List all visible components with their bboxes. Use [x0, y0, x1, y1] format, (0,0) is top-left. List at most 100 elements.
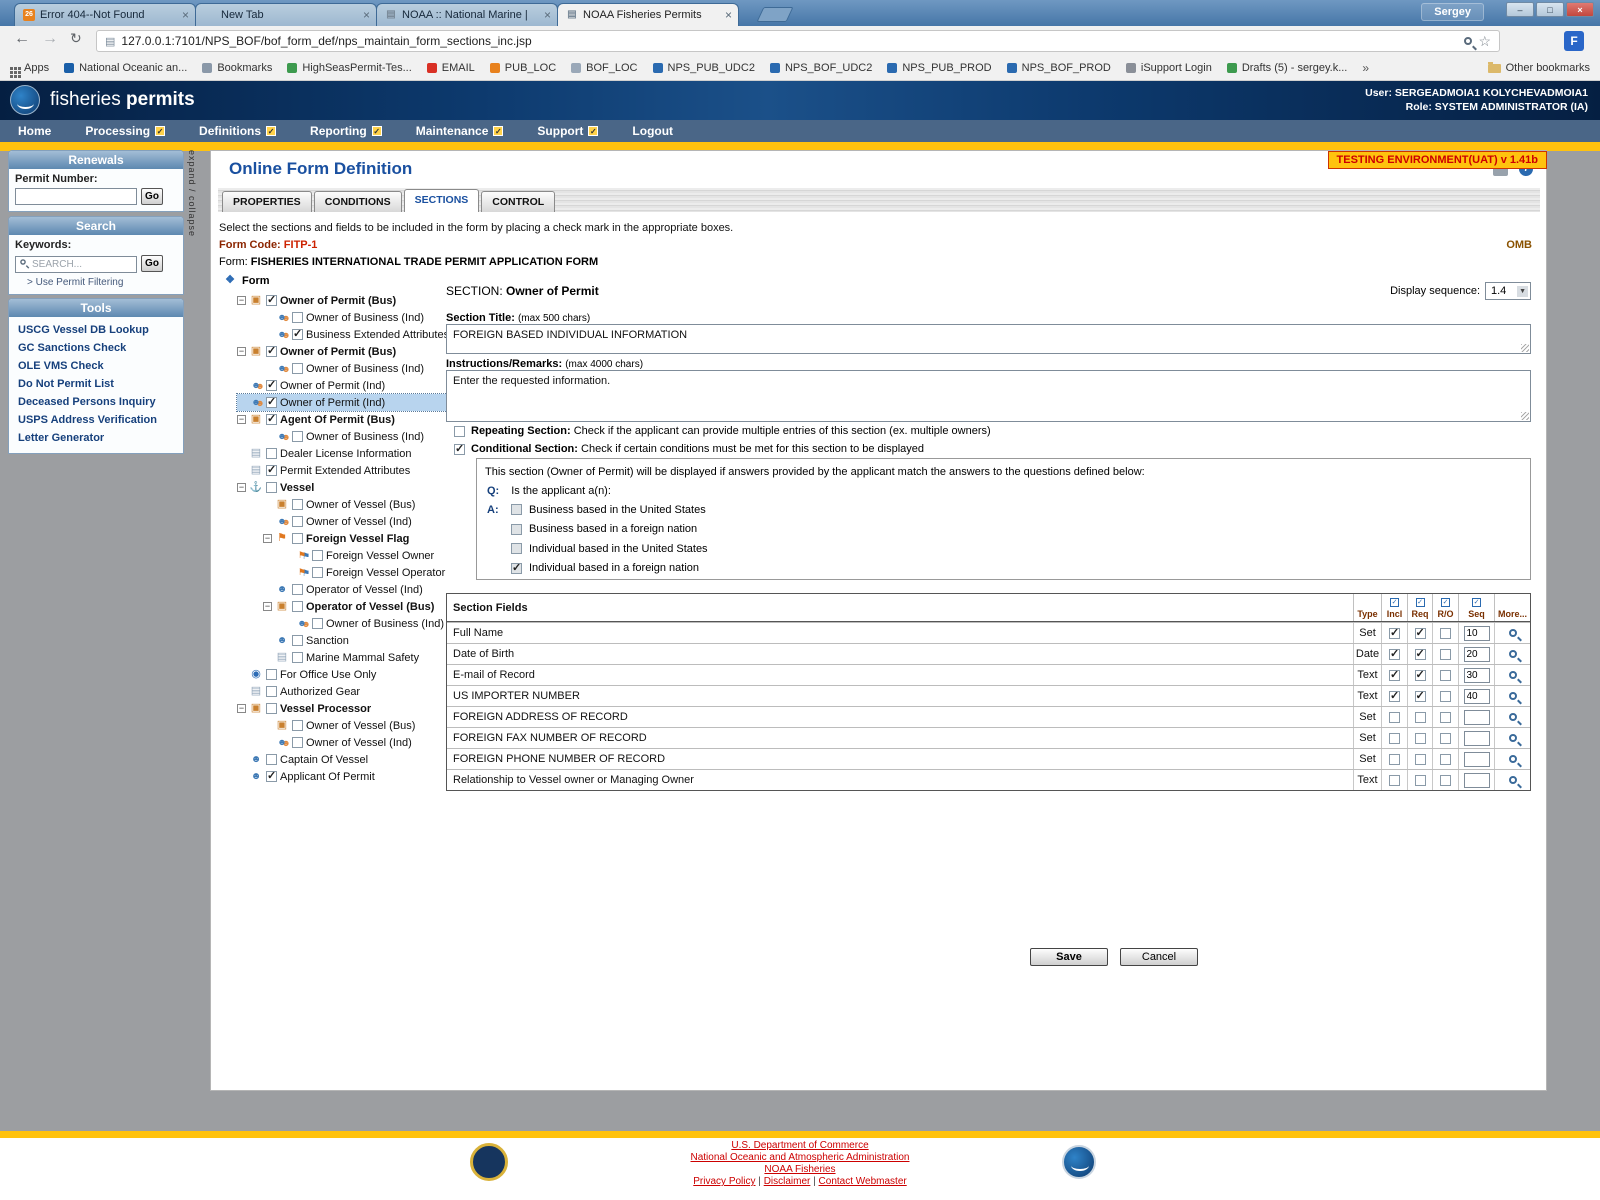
tree-item[interactable]: Operator of Vessel (Ind)	[263, 581, 451, 598]
tree-item[interactable]: Vessel Processor	[237, 700, 451, 717]
tree-item-checkbox[interactable]	[266, 686, 277, 697]
incl-checkbox[interactable]	[1389, 733, 1400, 744]
tree-item-checkbox[interactable]	[266, 482, 277, 493]
tree-item-checkbox[interactable]	[292, 516, 303, 527]
tab-close-icon[interactable]	[363, 8, 370, 22]
incl-checkbox[interactable]	[1389, 691, 1400, 702]
tree-item[interactable]: Authorized Gear	[237, 683, 451, 700]
bookmarks-overflow-chevron[interactable]: »	[1362, 61, 1369, 75]
incl-checkbox[interactable]	[1389, 754, 1400, 765]
seq-input[interactable]	[1464, 647, 1490, 662]
apps-shortcut[interactable]: Apps	[10, 62, 49, 74]
form-def-tab[interactable]: CONTROL	[481, 191, 555, 212]
tree-item-checkbox[interactable]	[292, 652, 303, 663]
tree-item-checkbox[interactable]	[292, 533, 303, 544]
tree-item[interactable]: Dealer License Information	[237, 445, 451, 462]
tree-item[interactable]: Owner of Permit (Ind)	[237, 377, 451, 394]
tree-item[interactable]: Agent Of Permit (Bus)	[237, 411, 451, 428]
tree-item[interactable]: Owner of Permit (Bus)	[237, 343, 451, 360]
tree-item-checkbox[interactable]	[312, 618, 323, 629]
tree-item-checkbox[interactable]	[266, 346, 277, 357]
tab-close-icon[interactable]	[544, 8, 551, 22]
tree-item-checkbox[interactable]	[292, 737, 303, 748]
tool-link[interactable]: USCG Vessel DB Lookup	[15, 321, 177, 339]
tree-item-checkbox[interactable]	[292, 499, 303, 510]
seq-input[interactable]	[1464, 626, 1490, 641]
bookmark-item[interactable]: NPS_PUB_UDC2	[653, 62, 755, 74]
forward-icon[interactable]	[42, 30, 58, 48]
tree-expand-toggle[interactable]	[237, 347, 246, 356]
tree-item-checkbox[interactable]	[266, 771, 277, 782]
tree-item[interactable]: Owner of Vessel (Bus)	[263, 717, 451, 734]
footer-bottom-link[interactable]: Contact Webmaster	[819, 1176, 907, 1187]
tree-expand-toggle[interactable]	[237, 704, 246, 713]
permit-filtering-link[interactable]: > Use Permit Filtering	[15, 277, 177, 288]
tree-expand-toggle[interactable]	[237, 296, 246, 305]
tree-item-checkbox[interactable]	[266, 397, 277, 408]
ro-checkbox[interactable]	[1440, 628, 1451, 639]
tree-item[interactable]: Owner of Vessel (Ind)	[263, 734, 451, 751]
tree-item-checkbox[interactable]	[292, 431, 303, 442]
tool-link[interactable]: Do Not Permit List	[15, 375, 177, 393]
footer-bottom-link[interactable]: Privacy Policy	[693, 1176, 755, 1187]
save-button[interactable]: Save	[1030, 948, 1108, 966]
footer-link[interactable]: NOAA Fisheries	[0, 1164, 1600, 1176]
req-checkbox[interactable]	[1415, 733, 1426, 744]
req-checkbox[interactable]	[1415, 628, 1426, 639]
seq-input[interactable]	[1464, 689, 1490, 704]
ro-checkbox[interactable]	[1440, 733, 1451, 744]
seq-input[interactable]	[1464, 752, 1490, 767]
answer-checkbox[interactable]	[511, 543, 522, 554]
req-checkbox[interactable]	[1415, 712, 1426, 723]
extension-icon[interactable]: F	[1564, 31, 1584, 51]
tool-link[interactable]: Deceased Persons Inquiry	[15, 393, 177, 411]
new-tab-button[interactable]	[757, 7, 794, 22]
magnifier-icon[interactable]	[1509, 650, 1517, 658]
tree-expand-toggle[interactable]	[263, 602, 272, 611]
req-checkbox[interactable]	[1415, 775, 1426, 786]
bookmark-star-icon[interactable]	[1478, 33, 1491, 50]
repeating-section-checkbox[interactable]	[454, 426, 465, 437]
tree-expand-toggle[interactable]	[263, 534, 272, 543]
tree-item-checkbox[interactable]	[266, 448, 277, 459]
ro-checkbox[interactable]	[1440, 712, 1451, 723]
tree-item[interactable]: Foreign Vessel Owner	[283, 547, 451, 564]
footer-link[interactable]: U.S. Department of Commerce	[0, 1140, 1600, 1152]
answer-checkbox[interactable]	[511, 504, 522, 515]
tree-item[interactable]: Owner of Business (Ind)	[283, 615, 451, 632]
section-title-input[interactable]: FOREIGN BASED INDIVIDUAL INFORMATION	[446, 324, 1531, 354]
tree-item-checkbox[interactable]	[292, 635, 303, 646]
bookmark-item[interactable]: NPS_BOF_UDC2	[770, 62, 872, 74]
ro-checkbox[interactable]	[1440, 754, 1451, 765]
expand-collapse-handle[interactable]: expand / collapse	[187, 150, 197, 237]
cancel-button[interactable]: Cancel	[1120, 948, 1198, 966]
tree-expand-toggle[interactable]	[237, 483, 246, 492]
bookmark-item[interactable]: NPS_PUB_PROD	[887, 62, 991, 74]
maximize-button[interactable]	[1536, 2, 1564, 17]
renewals-go-button[interactable]: Go	[141, 188, 163, 205]
incl-checkbox[interactable]	[1389, 670, 1400, 681]
tree-item[interactable]: Owner of Business (Ind)	[263, 309, 451, 326]
magnifier-icon[interactable]	[1509, 629, 1517, 637]
bookmark-item[interactable]: NPS_BOF_PROD	[1007, 62, 1111, 74]
tree-item-checkbox[interactable]	[266, 669, 277, 680]
browser-tab[interactable]: New Tab	[195, 3, 377, 26]
tool-link[interactable]: GC Sanctions Check	[15, 339, 177, 357]
magnifier-icon[interactable]	[1509, 755, 1517, 763]
tree-item[interactable]: Applicant Of Permit	[237, 768, 451, 785]
tool-link[interactable]: Letter Generator	[15, 429, 177, 447]
nav-item[interactable]: Reporting	[310, 124, 382, 138]
bookmark-item[interactable]: EMAIL	[427, 62, 475, 74]
other-bookmarks[interactable]: Other bookmarks	[1488, 62, 1590, 74]
form-def-tab[interactable]: SECTIONS	[404, 189, 480, 212]
bookmark-item[interactable]: Drafts (5) - sergey.k...	[1227, 62, 1348, 74]
incl-checkbox[interactable]	[1389, 712, 1400, 723]
bookmark-item[interactable]: Bookmarks	[202, 62, 272, 74]
search-go-button[interactable]: Go	[141, 255, 163, 272]
nav-item[interactable]: Logout	[632, 124, 673, 138]
tree-item-checkbox[interactable]	[312, 567, 323, 578]
tree-item-checkbox[interactable]	[266, 703, 277, 714]
form-def-tab[interactable]: PROPERTIES	[222, 191, 312, 212]
magnifier-icon[interactable]	[1509, 713, 1517, 721]
tree-item-checkbox[interactable]	[292, 584, 303, 595]
